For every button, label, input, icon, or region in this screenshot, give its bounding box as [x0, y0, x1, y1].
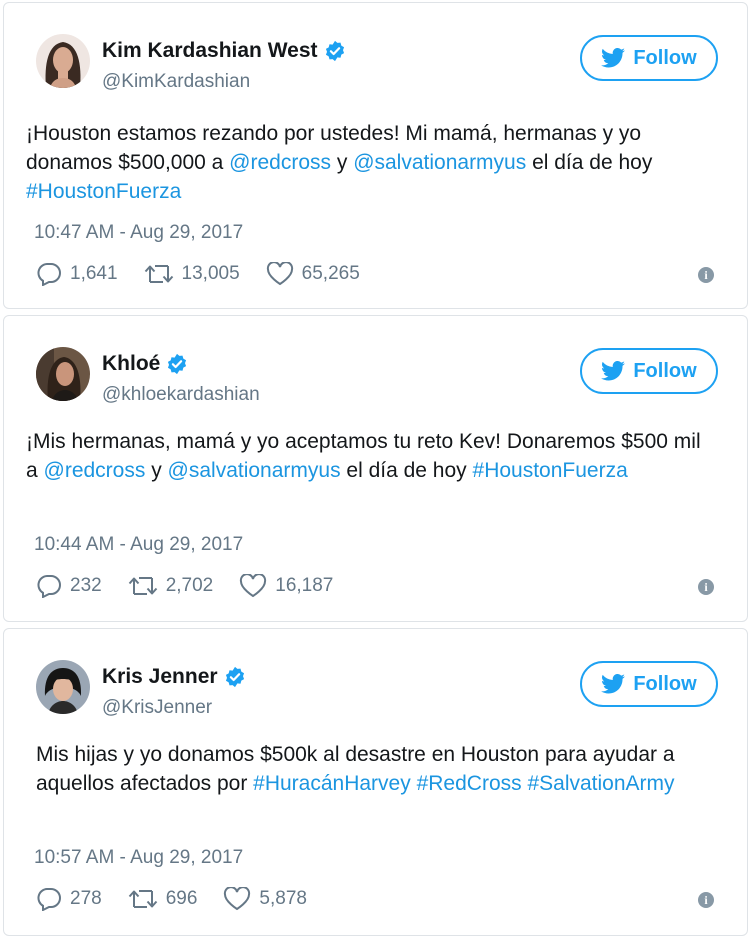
user-handle[interactable]: @KimKardashian — [102, 71, 250, 93]
tweet-text-segment: el día de hoy — [340, 459, 473, 482]
reply-action[interactable]: 1,641 — [36, 262, 118, 286]
retweet-icon — [144, 265, 173, 283]
follow-button-label: Follow — [633, 46, 697, 69]
tweet-timestamp[interactable]: 10:47 AM - Aug 29, 2017 — [34, 222, 243, 244]
hashtag-link[interactable]: #SalvationArmy — [527, 772, 674, 795]
follow-button[interactable]: Follow — [580, 661, 718, 707]
follow-button[interactable]: Follow — [580, 348, 718, 394]
heart-icon — [224, 887, 251, 911]
follow-button-label: Follow — [633, 359, 697, 382]
tweet-actions: 232 2,702 16,187 — [36, 574, 359, 598]
reply-icon — [37, 575, 61, 598]
retweet-count: 696 — [165, 888, 198, 909]
verified-badge-icon — [166, 353, 188, 375]
tweet-card: Khloé @khloekardashian Follow ¡Mis herma… — [3, 315, 748, 622]
hashtag-link[interactable]: #RedCross — [417, 772, 522, 795]
retweet-icon — [128, 577, 157, 595]
tweet-actions: 278 696 5,878 — [36, 887, 333, 911]
retweet-count: 2,702 — [165, 575, 214, 596]
like-action[interactable]: 5,878 — [223, 887, 307, 911]
display-name[interactable]: Khloé — [102, 352, 188, 376]
follow-button-label: Follow — [633, 672, 697, 695]
avatar[interactable] — [36, 34, 90, 88]
tweet-card: Kris Jenner @KrisJenner Follow Mis hijas… — [3, 628, 748, 936]
hashtag-link[interactable]: #HoustonFuerza — [26, 180, 181, 203]
info-icon[interactable]: i — [698, 892, 714, 908]
heart-icon — [266, 262, 293, 286]
retweet-icon — [128, 890, 157, 908]
tweet-card: Kim Kardashian West @KimKardashian Follo… — [3, 2, 748, 309]
reply-count: 1,641 — [70, 263, 118, 284]
retweet-action[interactable]: 2,702 — [128, 575, 214, 597]
like-count: 16,187 — [275, 575, 334, 596]
tweet-actions: 1,641 13,005 65,265 — [36, 262, 386, 286]
reply-count: 232 — [70, 575, 102, 596]
tweet-text: Mis hijas y yo donamos $500k al desastre… — [36, 740, 707, 798]
display-name-text[interactable]: Kim Kardashian West — [102, 39, 318, 63]
retweet-action[interactable]: 13,005 — [144, 263, 240, 285]
mention-link[interactable]: @salvationarmyus — [168, 459, 341, 482]
reply-count: 278 — [70, 888, 102, 909]
mention-link[interactable]: @salvationarmyus — [353, 151, 526, 174]
reply-icon — [37, 263, 61, 286]
retweet-count: 13,005 — [181, 263, 240, 284]
like-action[interactable]: 16,187 — [239, 574, 333, 598]
verified-badge-icon — [224, 666, 246, 688]
like-action[interactable]: 65,265 — [266, 262, 360, 286]
display-name-text[interactable]: Kris Jenner — [102, 665, 218, 689]
avatar[interactable] — [36, 347, 90, 401]
reply-action[interactable]: 278 — [36, 887, 102, 911]
retweet-action[interactable]: 696 — [128, 888, 198, 910]
display-name-text[interactable]: Khloé — [102, 352, 160, 376]
info-icon[interactable]: i — [698, 579, 714, 595]
twitter-bird-icon — [601, 48, 626, 68]
hashtag-link[interactable]: #HoustonFuerza — [473, 459, 628, 482]
tweet-text: ¡Houston estamos rezando por ustedes! Mi… — [26, 119, 707, 206]
mention-link[interactable]: @redcross — [44, 459, 146, 482]
tweet-text-segment: y — [145, 459, 168, 482]
tweet-timestamp[interactable]: 10:57 AM - Aug 29, 2017 — [34, 847, 243, 869]
follow-button[interactable]: Follow — [580, 35, 718, 81]
twitter-bird-icon — [601, 674, 626, 694]
mention-link[interactable]: @redcross — [229, 151, 331, 174]
heart-icon — [240, 574, 267, 598]
tweet-timestamp[interactable]: 10:44 AM - Aug 29, 2017 — [34, 534, 243, 556]
info-icon[interactable]: i — [698, 267, 714, 283]
tweet-text: ¡Mis hermanas, mamá y yo aceptamos tu re… — [26, 427, 707, 485]
tweet-text-segment: el día de hoy — [526, 151, 653, 174]
avatar[interactable] — [36, 660, 90, 714]
display-name[interactable]: Kris Jenner — [102, 665, 246, 689]
hashtag-link[interactable]: #HuracánHarvey — [253, 772, 411, 795]
like-count: 65,265 — [301, 263, 360, 284]
tweet-text-segment: y — [331, 151, 354, 174]
display-name[interactable]: Kim Kardashian West — [102, 39, 346, 63]
verified-badge-icon — [324, 40, 346, 62]
reply-action[interactable]: 232 — [36, 574, 102, 598]
reply-icon — [37, 888, 61, 911]
like-count: 5,878 — [259, 888, 307, 909]
user-handle[interactable]: @khloekardashian — [102, 384, 260, 406]
twitter-bird-icon — [601, 361, 626, 381]
user-handle[interactable]: @KrisJenner — [102, 697, 212, 719]
